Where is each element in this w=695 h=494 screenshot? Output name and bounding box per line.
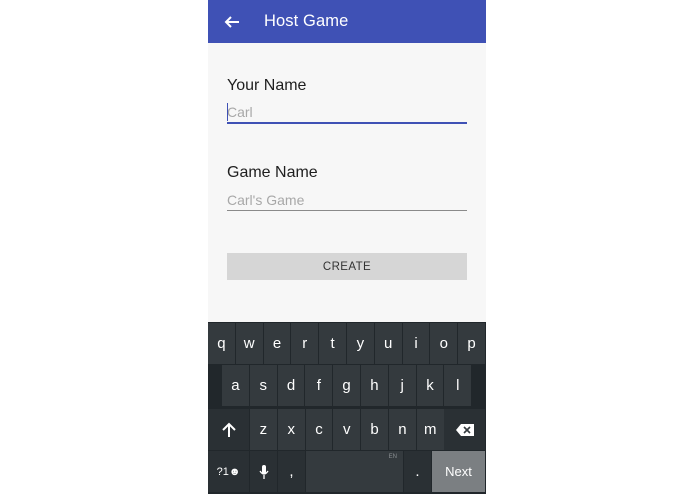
key-h[interactable]: h: [361, 365, 389, 406]
keyboard-row-4: ?1☻ , EN . Next: [208, 450, 486, 492]
language-hint: EN: [388, 454, 397, 460]
key-l[interactable]: l: [444, 365, 473, 406]
key-b[interactable]: b: [361, 409, 389, 450]
key-s[interactable]: s: [249, 365, 278, 406]
key-g[interactable]: g: [333, 365, 361, 406]
key-x[interactable]: x: [277, 409, 306, 450]
mic-key[interactable]: [250, 451, 278, 492]
symbols-key[interactable]: ?1☻: [208, 451, 250, 492]
shift-key[interactable]: [208, 409, 250, 450]
backspace-key[interactable]: [444, 409, 486, 450]
key-z[interactable]: z: [250, 409, 278, 450]
key-t[interactable]: t: [319, 323, 347, 364]
your-name-input[interactable]: [227, 102, 467, 124]
key-i[interactable]: i: [402, 323, 431, 364]
backspace-icon: [455, 423, 474, 436]
space-key[interactable]: EN: [306, 451, 404, 492]
arrow-left-icon: [224, 15, 239, 28]
key-j[interactable]: j: [388, 365, 417, 406]
key-y[interactable]: y: [347, 323, 375, 364]
game-name-label: Game Name: [227, 164, 318, 181]
key-n[interactable]: n: [389, 409, 417, 450]
key-o[interactable]: o: [430, 323, 459, 364]
create-button[interactable]: CREATE: [227, 253, 467, 280]
your-name-label: Your Name: [227, 77, 307, 94]
game-name-input[interactable]: [227, 189, 467, 211]
key-q[interactable]: q: [208, 323, 236, 364]
key-r[interactable]: r: [291, 323, 320, 364]
key-e[interactable]: e: [263, 323, 292, 364]
phone-screen: Host Game Your Name Game Name CREATE qwe…: [208, 0, 486, 494]
keyboard-row-1: qwertyuiop: [208, 322, 486, 364]
key-u[interactable]: u: [374, 323, 403, 364]
app-bar: Host Game: [208, 0, 486, 43]
key-d[interactable]: d: [277, 365, 306, 406]
keyboard-row-3: zxcvbnm: [208, 408, 486, 450]
key-w[interactable]: w: [235, 323, 264, 364]
key-v[interactable]: v: [333, 409, 362, 450]
keyboard-row-2: asdfghjkl: [208, 364, 486, 406]
soft-keyboard: qwertyuiop asdfghjkl zxcvbnm ?1☻ , EN . …: [208, 322, 486, 494]
microphone-icon: [258, 464, 269, 479]
comma-key[interactable]: ,: [278, 451, 306, 492]
page-title: Host Game: [264, 12, 349, 30]
key-f[interactable]: f: [305, 365, 334, 406]
back-button[interactable]: [221, 11, 243, 33]
key-p[interactable]: p: [458, 323, 486, 364]
text-cursor: [227, 103, 228, 121]
key-a[interactable]: a: [222, 365, 250, 406]
key-c[interactable]: c: [305, 409, 334, 450]
key-k[interactable]: k: [416, 365, 445, 406]
key-m[interactable]: m: [416, 409, 445, 450]
shift-arrow-icon: [221, 422, 236, 437]
period-key[interactable]: .: [404, 451, 432, 492]
next-key[interactable]: Next: [432, 451, 486, 492]
